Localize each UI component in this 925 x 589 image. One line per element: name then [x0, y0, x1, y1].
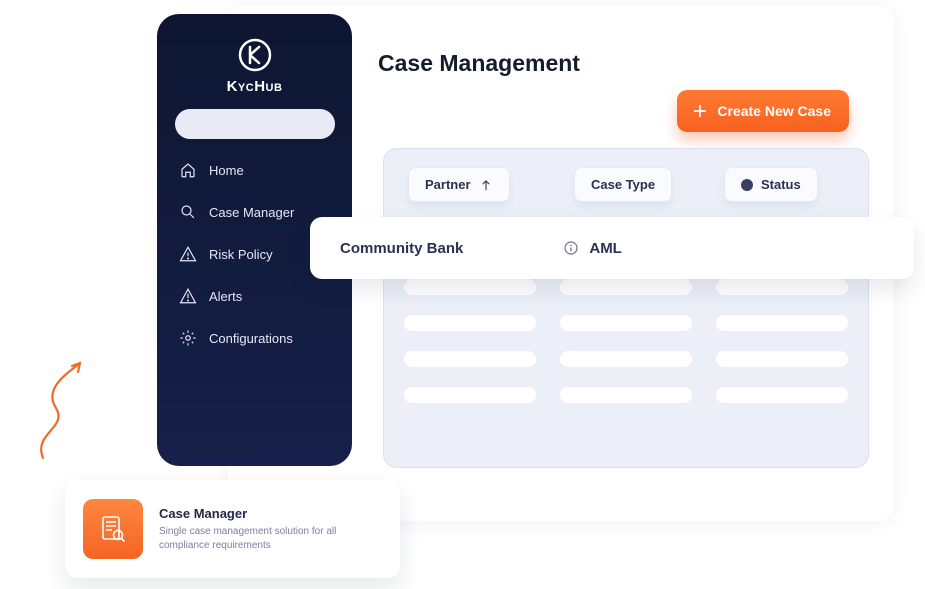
- placeholder-cell: [560, 387, 692, 403]
- row-case-type-cell: AML: [563, 240, 622, 257]
- column-header-status[interactable]: Status: [724, 167, 818, 202]
- case-manager-popover: Case Manager Single case management solu…: [65, 480, 400, 578]
- placeholder-cell: [404, 351, 536, 367]
- sidebar-item-label: Risk Policy: [209, 247, 273, 262]
- decorative-arrow: [18, 328, 128, 468]
- sidebar-item-case-manager[interactable]: Case Manager: [179, 203, 334, 221]
- search-input[interactable]: [175, 109, 335, 139]
- status-dot-icon: [741, 179, 753, 191]
- column-header-partner[interactable]: Partner: [408, 167, 510, 202]
- placeholder-cell: [716, 351, 848, 367]
- info-icon: [563, 240, 579, 256]
- create-button-label: Create New Case: [717, 103, 831, 119]
- sidebar-item-label: Home: [209, 163, 244, 178]
- placeholder-cell: [716, 315, 848, 331]
- plus-icon: [691, 102, 709, 120]
- placeholder-rows: [404, 279, 848, 403]
- popover-text: Case Manager Single case management solu…: [159, 506, 382, 553]
- popover-description: Single case management solution for all …: [159, 525, 382, 553]
- search-icon: [179, 203, 197, 221]
- placeholder-cell: [560, 351, 692, 367]
- column-label: Partner: [425, 177, 471, 192]
- home-icon: [179, 161, 197, 179]
- sidebar-item-configurations[interactable]: Configurations: [179, 329, 334, 347]
- column-label: Case Type: [591, 177, 655, 192]
- sidebar-item-label: Configurations: [209, 331, 293, 346]
- sidebar-item-label: Alerts: [209, 289, 242, 304]
- placeholder-cell: [404, 279, 536, 295]
- placeholder-cell: [716, 279, 848, 295]
- row-partner-cell: Community Bank: [340, 240, 463, 257]
- brand-logo: KycHub: [175, 38, 334, 95]
- highlighted-case-row[interactable]: Community Bank AML: [310, 217, 914, 279]
- create-new-case-button[interactable]: Create New Case: [677, 90, 849, 132]
- sidebar-item-home[interactable]: Home: [179, 161, 334, 179]
- sort-asc-icon: [479, 178, 493, 192]
- column-label: Status: [761, 177, 801, 192]
- warning-icon: [179, 245, 197, 263]
- gear-icon: [179, 329, 197, 347]
- sidebar-item-label: Case Manager: [209, 205, 294, 220]
- placeholder-cell: [560, 279, 692, 295]
- placeholder-cell: [404, 315, 536, 331]
- row-case-type-value: AML: [589, 240, 622, 257]
- placeholder-cell: [404, 387, 536, 403]
- placeholder-cell: [560, 315, 692, 331]
- sidebar-item-alerts[interactable]: Alerts: [179, 287, 334, 305]
- logo-icon: [238, 38, 272, 72]
- row-partner-value: Community Bank: [340, 240, 463, 257]
- column-header-case-type[interactable]: Case Type: [574, 167, 672, 202]
- brand-name: KycHub: [227, 78, 283, 95]
- document-search-icon: [83, 499, 143, 559]
- alert-icon: [179, 287, 197, 305]
- cases-table: Partner Case Type Status: [383, 148, 869, 468]
- page-title: Case Management: [378, 50, 849, 77]
- placeholder-cell: [716, 387, 848, 403]
- popover-title: Case Manager: [159, 506, 382, 521]
